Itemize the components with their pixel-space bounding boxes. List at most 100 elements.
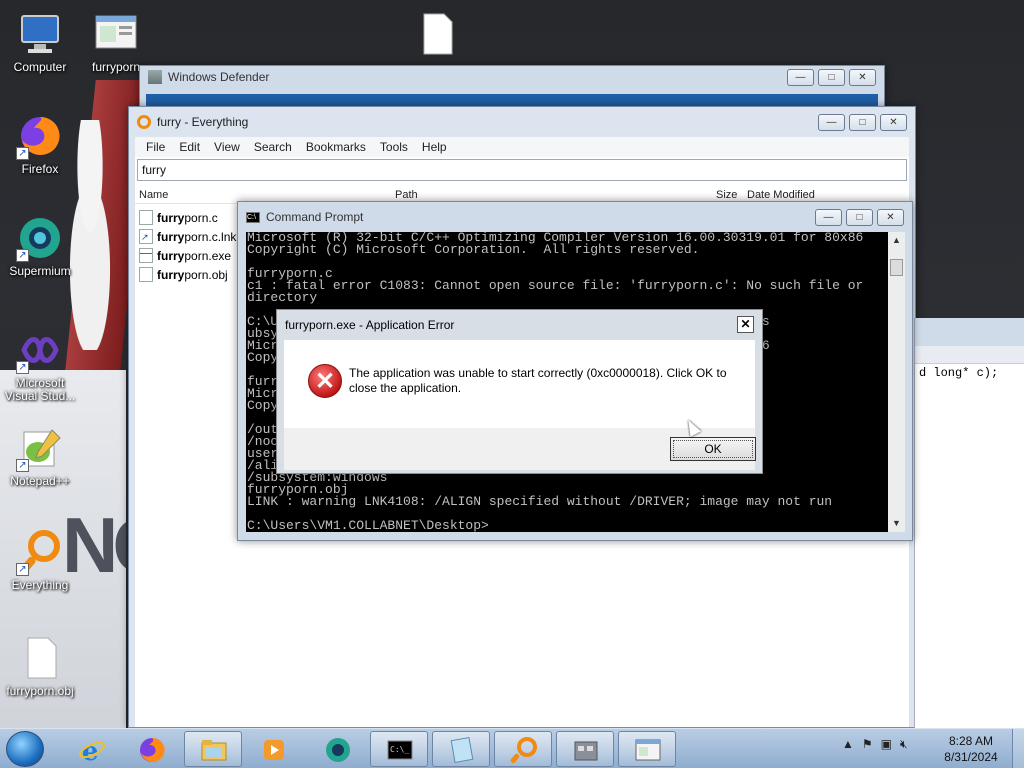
match-text: furry — [157, 248, 185, 263]
show-desktop-button[interactable] — [1012, 729, 1024, 768]
console-line: LINK : warning LNK4108: /ALIGN specified… — [247, 494, 833, 509]
clock-date: 8/31/2024 — [944, 750, 998, 764]
command-prompt-icon: C:\_ — [387, 740, 413, 760]
supermium-icon: ↗ — [16, 214, 64, 262]
shortcut-file-icon — [139, 229, 153, 244]
console-line: C:\Users\VM1.COLLABNET\Desktop> — [247, 518, 489, 532]
taskbar-everything[interactable] — [494, 731, 552, 767]
vertical-scrollbar[interactable]: ▲ ▼ — [888, 232, 905, 532]
window-title: Windows Defender — [168, 70, 270, 84]
shortcut-arrow-icon: ↗ — [16, 361, 29, 374]
dialog-body: ✕ The application was unable to start co… — [284, 340, 755, 428]
menu-tools[interactable]: Tools — [373, 137, 415, 157]
filename-rest: porn.c — [184, 210, 218, 225]
network-icon[interactable]: ▣ — [881, 737, 892, 752]
clock[interactable]: 8:28 AM 8/31/2024 — [940, 733, 1002, 765]
scroll-thumb[interactable] — [890, 259, 903, 276]
magnifier-icon — [137, 115, 151, 129]
filename-rest: porn.c.lnk — [184, 229, 237, 244]
visual-studio-icon: ↗ — [16, 326, 64, 374]
title-bar[interactable]: furry - Everything — □ ✕ — [129, 107, 915, 137]
menu-bookmarks[interactable]: Bookmarks — [299, 137, 373, 157]
desktop-icon-supermium[interactable]: ↗ Supermium — [0, 214, 80, 278]
title-bar[interactable] — [915, 318, 1024, 346]
taskbar-firefox[interactable] — [122, 731, 180, 767]
menu-edit[interactable]: Edit — [172, 137, 207, 157]
desktop-icon-furryporn-obj[interactable]: furryporn.obj — [0, 634, 80, 698]
desktop-icon-file[interactable] — [396, 10, 476, 61]
firefox-icon — [140, 737, 165, 762]
application-error-dialog[interactable]: furryporn.exe - Application Error ✕ ✕ Th… — [276, 309, 763, 474]
executable-icon — [139, 248, 153, 263]
dialog-title: furryporn.exe - Application Error — [285, 317, 455, 332]
show-hidden-icons-icon[interactable]: ▲ — [842, 737, 854, 752]
file-icon — [139, 210, 153, 225]
title-bar[interactable]: Windows Defender — □ ✕ — [140, 66, 884, 88]
ok-button[interactable]: OK — [670, 437, 756, 461]
taskbar-media-player[interactable] — [244, 731, 302, 767]
minimize-button[interactable]: — — [787, 68, 814, 86]
window-title: furry - Everything — [157, 115, 249, 129]
desktop-icon-notepadpp[interactable]: ↗ Notepad++ — [0, 424, 80, 488]
column-size[interactable]: Size — [716, 189, 737, 201]
menu-file[interactable]: File — [139, 137, 172, 157]
menu-view[interactable]: View — [207, 137, 247, 157]
volume-muted-icon[interactable]: 🔇︎ — [900, 737, 908, 752]
folder-icon — [201, 740, 227, 761]
error-icon: ✕ — [308, 364, 342, 398]
tab-bar — [915, 346, 1024, 364]
title-bar[interactable]: C:\ Command Prompt — □ ✕ — [238, 202, 912, 232]
taskbar-notepad[interactable] — [432, 731, 490, 767]
magnifier-icon — [510, 737, 537, 764]
menu-help[interactable]: Help — [415, 137, 454, 157]
supermium-icon — [326, 738, 350, 762]
taskbar: e C:\_ ▲ ⚑ ▣ 🔇︎ 8:28 AM 8/31/2024 — [0, 728, 1024, 768]
desktop-icon-everything[interactable]: ↗ Everything — [0, 528, 80, 592]
desktop-icon-visual-studio[interactable]: ↗ Microsoft Visual Stud... — [0, 326, 80, 403]
column-date-modified[interactable]: Date Modified — [747, 189, 815, 201]
notepad-icon — [450, 737, 474, 763]
search-input[interactable]: furry — [137, 159, 907, 181]
taskbar-furryporn-window[interactable] — [618, 731, 676, 767]
media-player-icon — [264, 740, 284, 760]
filename-rest: porn.exe — [184, 248, 232, 263]
desktop-icon-computer[interactable]: Computer — [0, 10, 80, 74]
scroll-up-arrow-icon[interactable]: ▲ — [888, 232, 905, 249]
minimize-button[interactable]: — — [818, 113, 845, 131]
flag-icon[interactable]: ⚑ — [862, 737, 873, 752]
close-button[interactable]: ✕ — [880, 113, 907, 131]
taskbar-supermium[interactable] — [308, 731, 366, 767]
close-button[interactable]: ✕ — [877, 208, 904, 226]
firefox-icon: ↗ — [16, 112, 64, 160]
error-message: The application was unable to start corr… — [349, 366, 727, 395]
shortcut-arrow-icon: ↗ — [16, 563, 29, 576]
taskbar-file-explorer[interactable] — [184, 731, 242, 767]
internet-explorer-icon: e — [79, 737, 105, 764]
editor-window-fragment[interactable]: d long* c); — [914, 318, 1024, 728]
taskbar-internet-explorer[interactable]: e — [62, 731, 120, 767]
menu-search[interactable]: Search — [247, 137, 299, 157]
maximize-button[interactable]: □ — [846, 208, 873, 226]
build-tools-icon — [574, 741, 598, 761]
maximize-button[interactable]: □ — [818, 68, 845, 86]
column-name[interactable]: Name — [139, 189, 168, 201]
console-line: c1 : fatal error C1083: Cannot open sour… — [247, 278, 864, 293]
computer-icon — [16, 10, 64, 58]
window-title: Command Prompt — [266, 210, 364, 224]
title-bar[interactable]: furryporn.exe - Application Error ✕ — [277, 310, 762, 339]
match-text: furry — [157, 210, 185, 225]
maximize-button[interactable]: □ — [849, 113, 876, 131]
column-path[interactable]: Path — [395, 189, 418, 201]
scroll-down-arrow-icon[interactable]: ▼ — [888, 515, 905, 532]
close-button[interactable]: ✕ — [849, 68, 876, 86]
close-button[interactable]: ✕ — [737, 316, 754, 333]
minimize-button[interactable]: — — [815, 208, 842, 226]
desktop-icon-firefox[interactable]: ↗ Firefox — [0, 112, 80, 176]
system-tray: ▲ ⚑ ▣ 🔇︎ — [842, 737, 908, 752]
start-button[interactable] — [6, 731, 44, 767]
taskbar-command-prompt[interactable]: C:\_ — [370, 731, 428, 767]
taskbar-build-tools[interactable] — [556, 731, 614, 767]
file-icon — [139, 267, 153, 282]
notepadpp-icon: ↗ — [16, 424, 64, 472]
